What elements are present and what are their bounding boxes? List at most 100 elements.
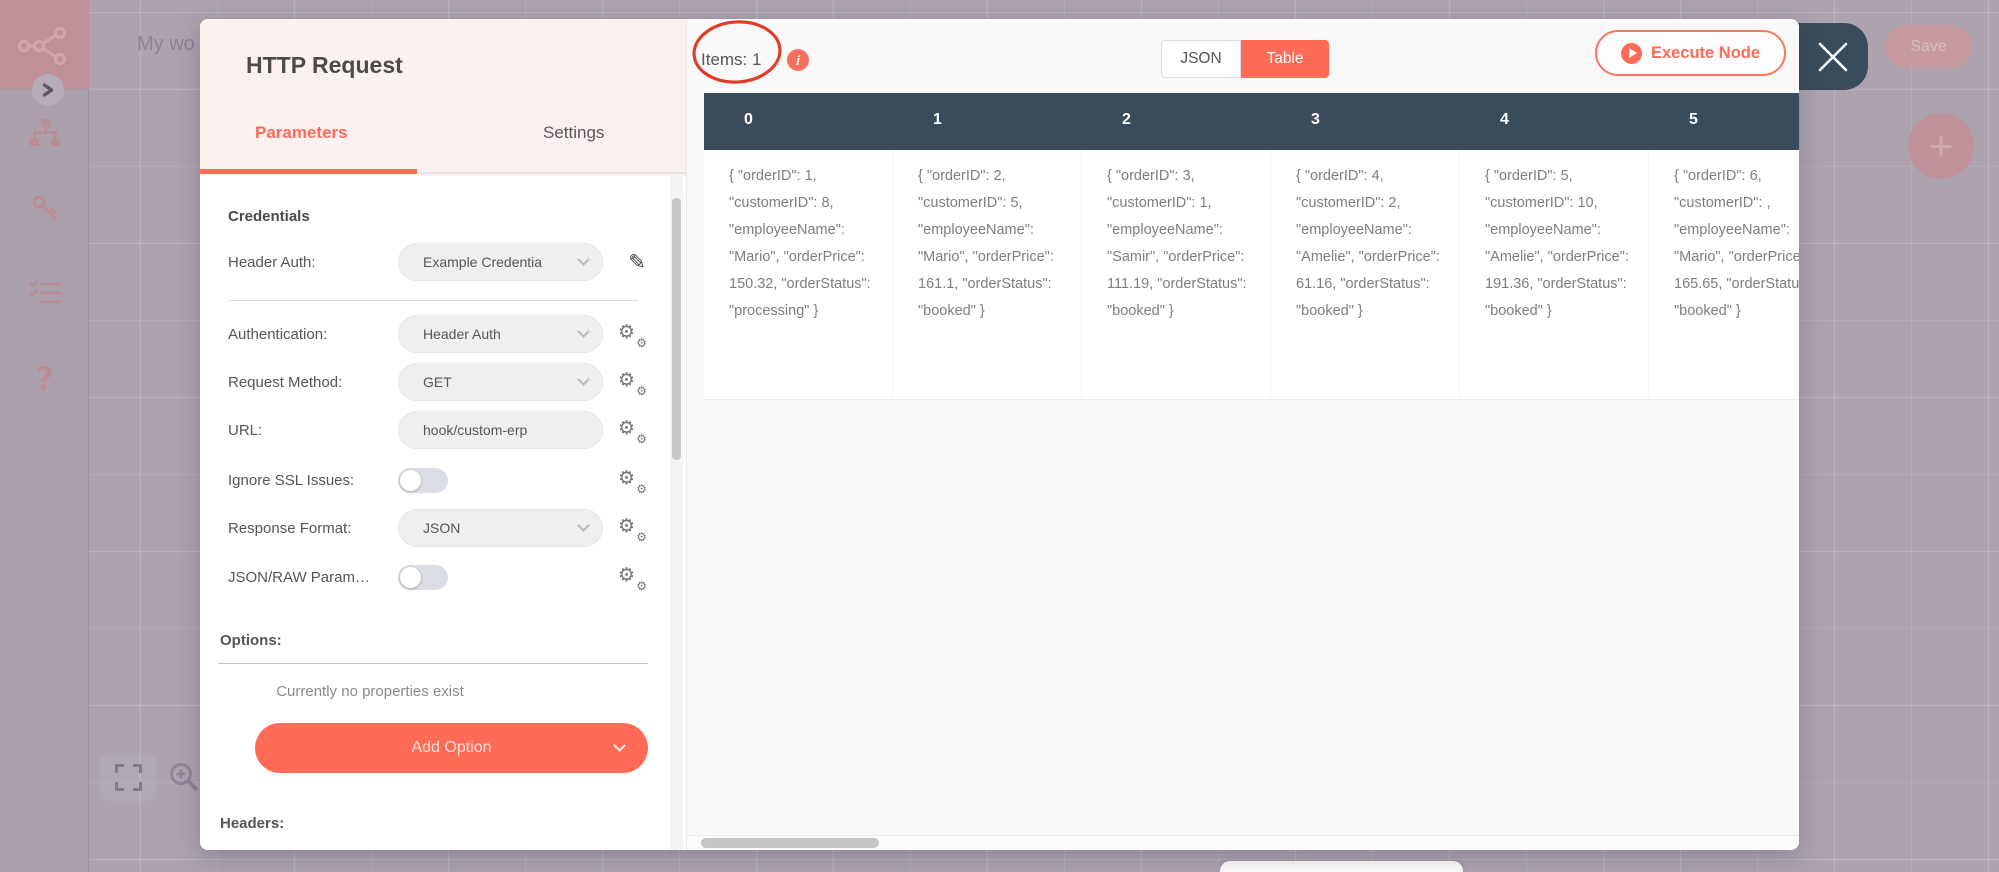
- execute-node-button[interactable]: Execute Node: [1595, 30, 1786, 76]
- parameters-panel: HTTP Request Parameters Settings Credent…: [200, 19, 686, 850]
- chevron-down-icon: [577, 373, 590, 386]
- tab-divider: [417, 172, 686, 174]
- column-header: 5: [1649, 93, 1799, 150]
- sitemap-icon: [29, 119, 60, 146]
- options-empty-text: Currently no properties exist: [276, 683, 464, 700]
- column-header: 1: [893, 93, 1082, 150]
- json-raw-toggle[interactable]: [398, 564, 448, 590]
- table-column: 3 { "orderID": 4, "customerID": 2, "empl…: [1271, 93, 1460, 401]
- tab-settings[interactable]: Settings: [543, 123, 604, 143]
- credentials-heading: Credentials: [228, 208, 310, 225]
- headers-heading: Headers:: [220, 815, 285, 832]
- add-node-button[interactable]: +: [1908, 113, 1974, 179]
- chevron-down-icon: [577, 519, 590, 532]
- table-cell[interactable]: { "orderID": 5, "customerID": 10, "emplo…: [1460, 150, 1649, 400]
- sidebar: ?: [0, 0, 89, 872]
- column-header: 3: [1271, 93, 1460, 150]
- sidebar-item-workflows[interactable]: [0, 119, 89, 147]
- request-method-select[interactable]: GET: [398, 363, 603, 401]
- panel-scrollbar: [670, 176, 683, 850]
- section-divider: [227, 300, 638, 301]
- toggle-knob: [400, 469, 421, 491]
- authentication-row: Authentication: Header Auth ⚙ ⚙: [228, 315, 647, 353]
- info-glyph: i: [796, 52, 800, 68]
- sidebar-item-executions[interactable]: [0, 279, 89, 305]
- sidebar-item-help[interactable]: ?: [0, 360, 89, 398]
- chevron-down-icon: [613, 739, 626, 752]
- ignore-ssl-toggle[interactable]: [398, 467, 448, 493]
- response-format-row: Response Format: JSON ⚙ ⚙: [228, 509, 647, 547]
- view-json-button[interactable]: JSON: [1161, 40, 1241, 78]
- play-icon: [1620, 42, 1642, 64]
- workflow-title: My wo: [137, 33, 195, 55]
- parameter-options-icon[interactable]: ⚙ ⚙: [618, 467, 647, 496]
- response-format-select-value: JSON: [423, 520, 461, 536]
- column-header: 2: [1082, 93, 1271, 150]
- checklist-icon: [28, 280, 61, 304]
- table-hscrollbar: [687, 835, 1799, 850]
- node-settings-modal: HTTP Request Parameters Settings Credent…: [200, 19, 1799, 850]
- field-label: Header Auth:: [228, 253, 316, 271]
- parameter-options-icon[interactable]: ⚙ ⚙: [618, 321, 647, 350]
- node-title: HTTP Request: [246, 52, 403, 78]
- fit-screen-icon: [114, 763, 142, 791]
- panel-header: HTTP Request Parameters Settings: [200, 19, 686, 176]
- save-button[interactable]: Save: [1885, 25, 1972, 68]
- parameter-options-icon[interactable]: ⚙ ⚙: [618, 369, 647, 398]
- url-row: URL: hook/custom-erp ⚙ ⚙: [228, 411, 647, 449]
- sidebar-expand-button[interactable]: [32, 74, 64, 106]
- view-table-button[interactable]: Table: [1241, 40, 1329, 78]
- field-label: URL:: [228, 421, 263, 439]
- items-count: Items: 1: [701, 50, 762, 69]
- data-table: 0 { "orderID": 1, "customerID": 8, "empl…: [704, 93, 1799, 401]
- bottom-popup-partial: [1220, 861, 1463, 872]
- table-cell[interactable]: { "orderID": 4, "customerID": 2, "employ…: [1271, 150, 1460, 400]
- request-method-select-value: GET: [423, 374, 452, 390]
- execute-node-label: Execute Node: [1650, 43, 1761, 62]
- field-label: Authentication:: [228, 325, 328, 343]
- parameter-options-icon[interactable]: ⚙ ⚙: [618, 515, 647, 544]
- table-cell[interactable]: { "orderID": 2, "customerID": 5, "employ…: [893, 150, 1082, 400]
- parameter-options-icon[interactable]: ⚙ ⚙: [618, 417, 647, 446]
- close-icon: [1818, 42, 1848, 72]
- url-input[interactable]: hook/custom-erp: [398, 411, 603, 449]
- table-cell[interactable]: { "orderID": 3, "customerID": 1, "employ…: [1082, 150, 1271, 400]
- table-column: 1 { "orderID": 2, "customerID": 5, "empl…: [893, 93, 1082, 401]
- request-method-row: Request Method: GET ⚙ ⚙: [228, 363, 647, 401]
- view-toggle: JSON Table: [1161, 40, 1329, 78]
- results-panel: Items: 1 i JSON Table Execute Node 0 { "…: [686, 19, 1799, 850]
- items-info-icon[interactable]: i: [787, 49, 809, 71]
- credential-select[interactable]: Example Credentia: [398, 243, 603, 281]
- save-label: Save: [1910, 37, 1947, 55]
- table-column: 0 { "orderID": 1, "customerID": 8, "empl…: [704, 93, 893, 401]
- credential-row: Header Auth: Example Credentia ✎: [228, 243, 646, 281]
- table-hscrollbar-thumb[interactable]: [701, 838, 879, 848]
- field-label: Request Method:: [228, 373, 343, 391]
- question-mark-icon: ?: [35, 360, 54, 398]
- active-tab-underline: [200, 169, 417, 174]
- table-cell[interactable]: { "orderID": 6, "customerID": , "employe…: [1649, 150, 1799, 400]
- credential-select-value: Example Credentia: [423, 254, 543, 270]
- response-format-select[interactable]: JSON: [398, 509, 603, 547]
- add-option-button[interactable]: Add Option: [255, 723, 648, 773]
- zoom-to-fit-button[interactable]: [100, 753, 156, 801]
- url-input-value: hook/custom-erp: [423, 422, 528, 438]
- chevron-down-icon: [577, 325, 590, 338]
- table-column: 4 { "orderID": 5, "customerID": 10, "emp…: [1460, 93, 1649, 401]
- sidebar-item-credentials[interactable]: [0, 194, 89, 222]
- options-heading: Options:: [220, 632, 282, 649]
- field-label: Response Format:: [228, 519, 352, 537]
- authentication-select[interactable]: Header Auth: [398, 315, 603, 353]
- options-divider: [218, 663, 648, 664]
- toggle-knob: [400, 566, 421, 588]
- parameter-options-icon[interactable]: ⚙ ⚙: [618, 564, 647, 593]
- edit-credential-icon[interactable]: ✎: [628, 250, 646, 274]
- table-column: 5 { "orderID": 6, "customerID": , "emplo…: [1649, 93, 1799, 401]
- zoom-in-button[interactable]: [168, 761, 200, 798]
- tab-parameters[interactable]: Parameters: [255, 123, 348, 143]
- add-option-label: Add Option: [411, 739, 492, 756]
- authentication-select-value: Header Auth: [423, 326, 501, 342]
- panel-scrollbar-thumb[interactable]: [672, 198, 681, 460]
- table-cell[interactable]: { "orderID": 1, "customerID": 8, "employ…: [704, 150, 893, 400]
- key-icon: [31, 195, 57, 220]
